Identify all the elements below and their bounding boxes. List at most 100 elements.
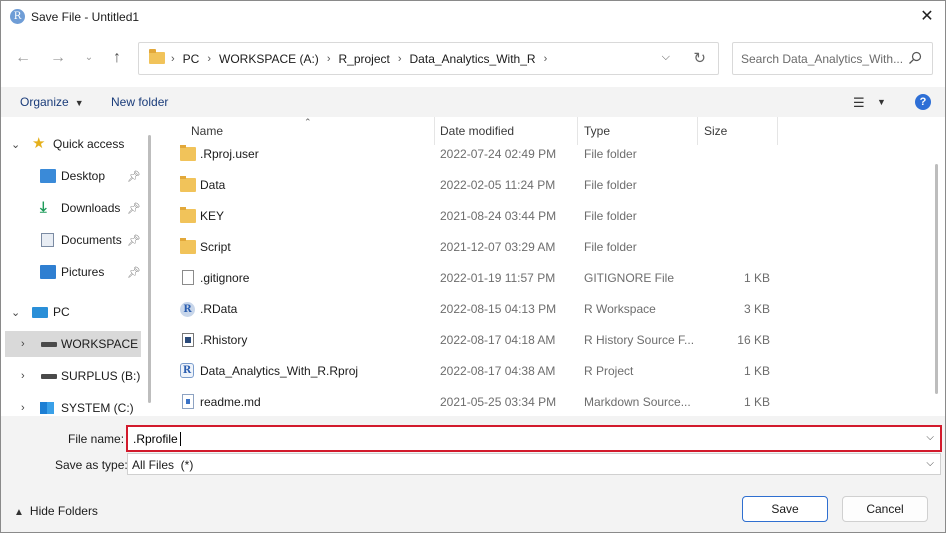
chevron-down-icon: ▼ <box>74 98 84 108</box>
file-type: R Workspace <box>584 302 656 316</box>
address-dropdown-chevron-icon[interactable]: ⌵ <box>662 51 670 64</box>
file-name: KEY <box>200 209 225 223</box>
organize-menu[interactable]: Organize ▼ <box>20 95 84 109</box>
file-date: 2022-08-17 04:38 AM <box>440 364 556 378</box>
pin-icon[interactable]: 📌︎ <box>127 266 141 279</box>
breadcrumb-pc[interactable]: PC <box>183 52 200 66</box>
chevron-right-icon[interactable]: › <box>21 338 25 350</box>
pin-icon[interactable]: 📌︎ <box>127 234 141 247</box>
command-bar: Organize ▼ New folder ☰ ▼ ? <box>1 87 945 117</box>
file-date: 2022-01-19 11:57 PM <box>440 271 556 285</box>
breadcrumb-data-analytics[interactable]: Data_Analytics_With_R <box>410 52 536 66</box>
chevron-down-icon[interactable]: ⌄ <box>11 306 20 319</box>
recent-locations-chevron-icon[interactable]: ⌄ <box>78 47 100 69</box>
view-options-icon[interactable]: ☰ <box>853 95 865 111</box>
nav-label: Desktop <box>61 169 106 183</box>
folder-icon <box>180 145 196 161</box>
forward-arrow-icon[interactable]: → <box>47 47 69 69</box>
r-app-icon: R <box>10 9 25 24</box>
nav-scrollbar[interactable] <box>148 135 151 403</box>
search-input[interactable]: Search Data_Analytics_With... <box>732 42 933 75</box>
close-icon[interactable]: ✕ <box>915 5 939 29</box>
drive-icon <box>41 342 57 347</box>
file-type: File folder <box>584 240 637 254</box>
nav-drive-workspace[interactable]: › WORKSPACE (A:) <box>5 331 141 357</box>
save-as-type-label: Save as type: <box>55 458 128 472</box>
up-arrow-icon[interactable]: ↑ <box>106 47 128 69</box>
breadcrumb-r-project[interactable]: R_project <box>338 52 389 66</box>
nav-documents[interactable]: Documents 📌︎ <box>1 227 151 253</box>
pin-icon[interactable]: 📌︎ <box>127 202 141 215</box>
r-history-icon <box>182 333 194 347</box>
chevron-down-icon[interactable]: ▼ <box>877 97 886 107</box>
file-row[interactable]: R .RData 2022-08-15 04:13 PM R Workspace 3 K… <box>178 294 770 325</box>
file-size: 1 KB <box>743 271 770 285</box>
file-name-field[interactable]: .Rprofile ⌵ <box>126 425 942 452</box>
download-icon: ⤓ <box>40 199 47 216</box>
chevron-right-icon[interactable]: › <box>21 402 25 414</box>
nav-pc[interactable]: ⌄ PC <box>1 299 151 325</box>
nav-quick-access[interactable]: ⌄ ★ Quick access <box>1 131 151 157</box>
help-icon[interactable]: ? <box>915 94 931 110</box>
cancel-button[interactable]: Cancel <box>842 496 928 522</box>
address-bar[interactable]: › PC › WORKSPACE (A:) › R_project › Data… <box>138 42 719 75</box>
file-name: .RData <box>200 302 238 316</box>
chevron-down-icon[interactable]: ⌵ <box>926 432 934 443</box>
chevron-down-icon[interactable]: ⌵ <box>926 458 934 469</box>
nav-desktop[interactable]: Desktop 📌︎ <box>1 163 151 189</box>
hide-folders-button[interactable]: ▲ Hide Folders <box>14 504 98 518</box>
chevron-up-icon: ▲ <box>14 507 24 518</box>
breadcrumb-workspace[interactable]: WORKSPACE (A:) <box>219 52 319 66</box>
file-name-value: .Rprofile <box>133 432 178 446</box>
file-row[interactable]: .gitignore 2022-01-19 11:57 PM GITIGNORE F… <box>178 263 770 294</box>
file-name: Data_Analytics_With_R.Rproj <box>200 364 359 378</box>
nav-label: Pictures <box>61 265 105 279</box>
new-folder-button[interactable]: New folder <box>111 95 168 109</box>
file-date: 2022-08-15 04:13 PM <box>440 302 557 316</box>
file-name: readme.md <box>200 395 261 409</box>
file-type: GITIGNORE File <box>584 271 675 285</box>
refresh-icon[interactable]: ↻ <box>693 49 706 67</box>
chevron-down-icon[interactable]: ⌄ <box>11 138 20 151</box>
file-list-scrollbar[interactable] <box>935 164 938 394</box>
file-size: 1 KB <box>743 364 770 378</box>
breadcrumb-separator-icon: › <box>171 53 175 65</box>
nav-drive-surplus[interactable]: › SURPLUS (B:) <box>1 363 151 389</box>
breadcrumb: › PC › WORKSPACE (A:) › R_project › Data… <box>171 52 555 66</box>
nav-label: Quick access <box>53 137 125 151</box>
breadcrumb-separator-icon[interactable]: › <box>544 53 548 65</box>
file-row[interactable]: Data 2022-02-05 11:24 PM File folder <box>178 170 768 201</box>
search-icon[interactable] <box>908 51 922 65</box>
save-as-type-select[interactable]: All Files (*) ⌵ <box>127 453 941 475</box>
chevron-right-icon[interactable]: › <box>21 370 25 382</box>
file-size: 16 KB <box>737 333 770 347</box>
pin-icon[interactable]: 📌︎ <box>127 170 141 183</box>
file-row[interactable]: KEY 2021-08-24 03:44 PM File folder <box>178 201 768 232</box>
file-row[interactable]: .Rhistory 2022-08-17 04:18 AM R History So… <box>178 325 770 356</box>
nav-label: WORKSPACE (A:) <box>61 337 141 351</box>
nav-pictures[interactable]: Pictures 📌︎ <box>1 259 151 285</box>
folder-icon <box>180 207 196 223</box>
file-row[interactable]: .Rproj.user 2022-07-24 02:49 PM File folde… <box>178 139 768 170</box>
file-row[interactable]: readme.md 2021-05-25 03:34 PM Markdown Sou… <box>178 387 770 416</box>
navigation-pane: ⌄ ★ Quick access Desktop 📌︎ ⤓ Downloads … <box>1 117 158 416</box>
nav-label: SURPLUS (B:) <box>61 369 141 383</box>
file-date: 2022-02-05 11:24 PM <box>440 178 556 192</box>
file-row[interactable]: Script 2021-12-07 03:29 AM File folder <box>178 232 768 263</box>
back-arrow-icon[interactable]: ← <box>12 47 34 69</box>
nav-label: SYSTEM (C:) <box>61 401 134 415</box>
nav-downloads[interactable]: ⤓ Downloads 📌︎ <box>1 195 151 221</box>
save-file-dialog: R Save File - Untitled1 ✕ ← → ⌄ ↑ › PC ›… <box>0 0 946 533</box>
file-type: File folder <box>584 147 637 161</box>
breadcrumb-separator-icon: › <box>397 53 402 65</box>
desktop-icon <box>40 169 56 183</box>
text-cursor <box>180 432 181 446</box>
file-row[interactable]: R Data_Analytics_With_R.Rproj 2022-08-17 0… <box>178 356 770 387</box>
file-list: ⌃ Name Date modified Type Size .Rproj.us… <box>158 117 945 416</box>
file-date: 2022-08-17 04:18 AM <box>440 333 556 347</box>
r-project-icon: R <box>180 363 194 378</box>
file-type: R History Source F... <box>584 333 694 347</box>
breadcrumb-separator-icon: › <box>326 53 331 65</box>
pictures-icon <box>40 265 56 279</box>
save-button[interactable]: Save <box>742 496 828 522</box>
